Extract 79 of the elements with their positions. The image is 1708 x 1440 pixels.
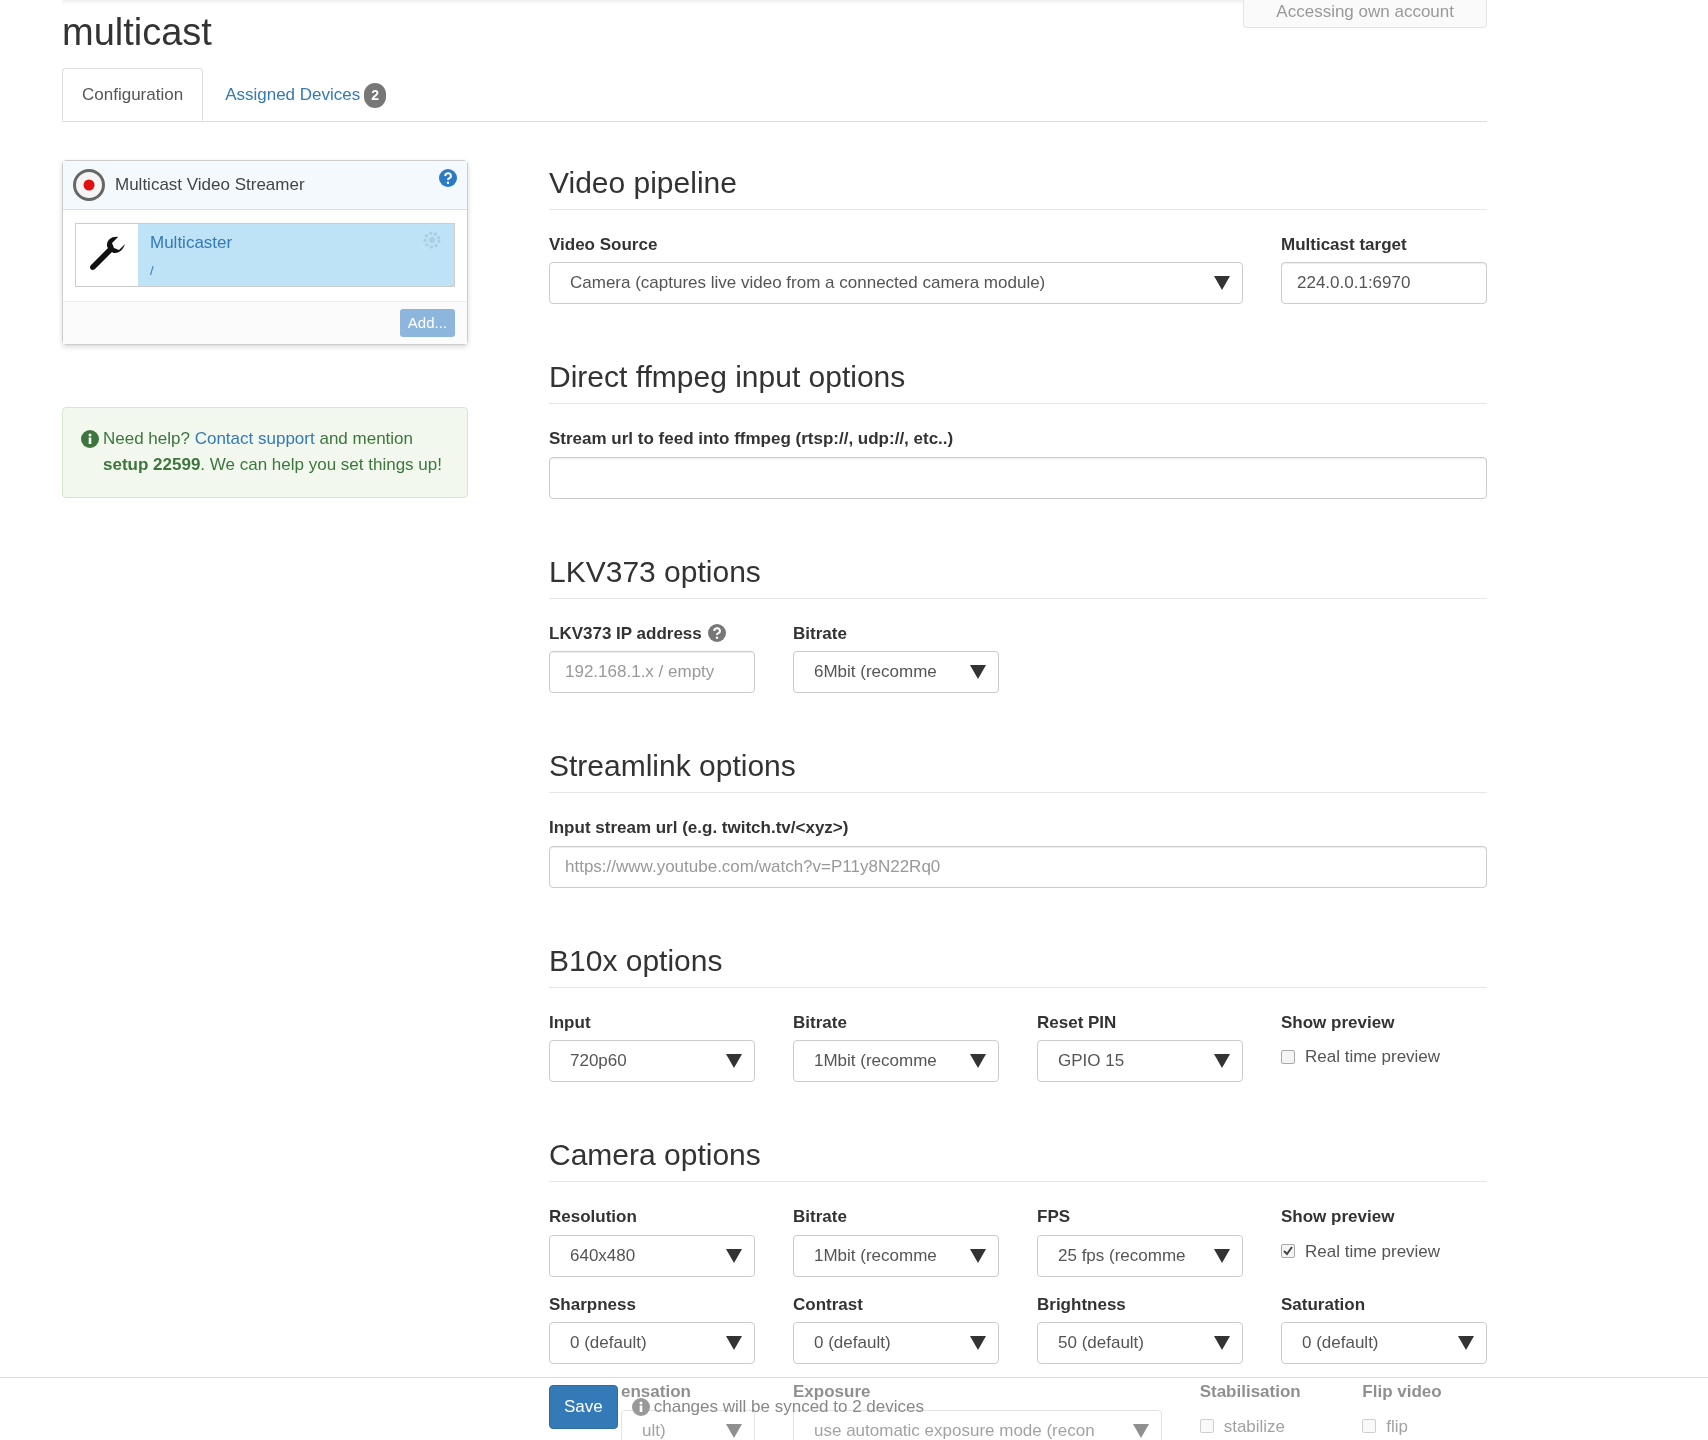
- field-label: Contrast: [793, 1293, 863, 1316]
- field-label: Bitrate: [793, 622, 847, 645]
- field-label: Show preview: [1281, 1011, 1395, 1034]
- input-field[interactable]: 192.168.1.x / empty: [549, 651, 755, 694]
- select-field[interactable]: 0 (default): [793, 1322, 999, 1365]
- caret-icon: [1132, 1423, 1149, 1438]
- field-label: Flip video: [1362, 1381, 1442, 1404]
- caret-icon: [970, 1248, 986, 1263]
- info-icon: [81, 430, 99, 449]
- item-path: /: [150, 262, 155, 281]
- checkbox-label: stabilize: [1223, 1415, 1286, 1438]
- caret-icon: [726, 1336, 742, 1351]
- checkbox-label: Real time preview: [1305, 1240, 1441, 1263]
- field-label: Reset PIN: [1037, 1011, 1117, 1034]
- support-link[interactable]: Contact support: [194, 429, 315, 449]
- field-label: Sharpness: [549, 1293, 636, 1316]
- caret-icon: [1214, 1336, 1230, 1351]
- save-button[interactable]: Save: [549, 1385, 618, 1429]
- field-label: Resolution: [549, 1206, 637, 1229]
- field-label: Video Source: [549, 233, 658, 256]
- caret-icon: [970, 665, 986, 680]
- field-label: FPS: [1037, 1206, 1071, 1229]
- section-title: Streamlink options: [549, 749, 1487, 794]
- panel-title: Multicast Video Streamer: [115, 173, 306, 196]
- checkbox[interactable]: [1362, 1419, 1377, 1434]
- caret-icon: [970, 1054, 986, 1069]
- select-field[interactable]: 0 (default): [1281, 1322, 1487, 1365]
- field-label: Input stream url (e.g. twitch.tv/<xyz>): [549, 817, 849, 840]
- select-field[interactable]: Camera (captures live video from a connected camera module): [549, 262, 1243, 305]
- select-field[interactable]: 1Mbit (recomme: [793, 1040, 999, 1083]
- section-title: Camera options: [549, 1138, 1487, 1183]
- app-item[interactable]: Multicaster /: [75, 222, 455, 287]
- select-field[interactable]: 50 (default): [1037, 1322, 1243, 1365]
- field-label: Bitrate: [793, 1011, 847, 1034]
- count-badge: 2: [364, 82, 387, 108]
- field-label: Input: [549, 1011, 591, 1034]
- field-label: Brightness: [1037, 1293, 1126, 1316]
- checkbox[interactable]: [1281, 1244, 1295, 1259]
- page-title: multicast: [62, 10, 212, 55]
- info-icon: [631, 1398, 650, 1416]
- help-icon: [439, 168, 457, 187]
- field-label: Stream url to feed into ffmpeg (rtsp://, udp://, etc..): [549, 428, 954, 451]
- caret-icon: [1458, 1336, 1474, 1351]
- tab[interactable]: Assigned Devices 2: [205, 67, 407, 122]
- field-label: LKV373 IP address: [549, 622, 702, 645]
- select-field[interactable]: 720p60: [549, 1040, 755, 1083]
- caret-icon: [726, 1054, 742, 1069]
- select-field[interactable]: 1Mbit (recomme: [793, 1234, 999, 1277]
- check-icon: [1283, 1246, 1293, 1257]
- checkbox[interactable]: [1281, 1049, 1295, 1064]
- caret-icon: [970, 1336, 986, 1351]
- field-label: Show preview: [1281, 1206, 1395, 1229]
- select-field[interactable]: 0 (default): [549, 1322, 755, 1365]
- section-title: LKV373 options: [549, 554, 1487, 599]
- help-text: Need help? Contact support and mention setup 22599. We can help you set things up!: [103, 428, 443, 476]
- record-icon: [73, 168, 105, 201]
- tab[interactable]: Configuration: [62, 67, 204, 122]
- item-name: Multicaster: [150, 231, 233, 254]
- caret-icon: [726, 1423, 742, 1438]
- checkbox-label: flip: [1386, 1415, 1409, 1438]
- section-title: B10x options: [549, 943, 1487, 988]
- input-field[interactable]: https://www.youtube.com/watch?v=P11y8N22Rq0: [549, 845, 1487, 888]
- field-label: Multicast target: [1281, 233, 1407, 256]
- caret-icon: [1214, 276, 1230, 291]
- field-label: Saturation: [1281, 1293, 1366, 1316]
- field-label: Stabilisation: [1199, 1381, 1301, 1404]
- caret-icon: [1214, 1248, 1230, 1263]
- checkbox[interactable]: [1199, 1419, 1214, 1434]
- select-field[interactable]: GPIO 15: [1037, 1040, 1243, 1083]
- select-field[interactable]: 6Mbit (recomme: [793, 651, 999, 694]
- field-label: Bitrate: [793, 1206, 847, 1229]
- checkbox-label: Real time preview: [1305, 1046, 1441, 1069]
- caret-icon: [726, 1248, 742, 1263]
- select-field[interactable]: 640x480: [549, 1234, 755, 1277]
- input-field[interactable]: 224.0.0.1:6970: [1281, 262, 1487, 305]
- select-field[interactable]: 25 fps (recomme: [1037, 1234, 1243, 1277]
- section-title: Video pipeline: [549, 165, 1487, 210]
- section-title: Direct ffmpeg input options: [549, 360, 1487, 405]
- caret-icon: [1214, 1054, 1230, 1069]
